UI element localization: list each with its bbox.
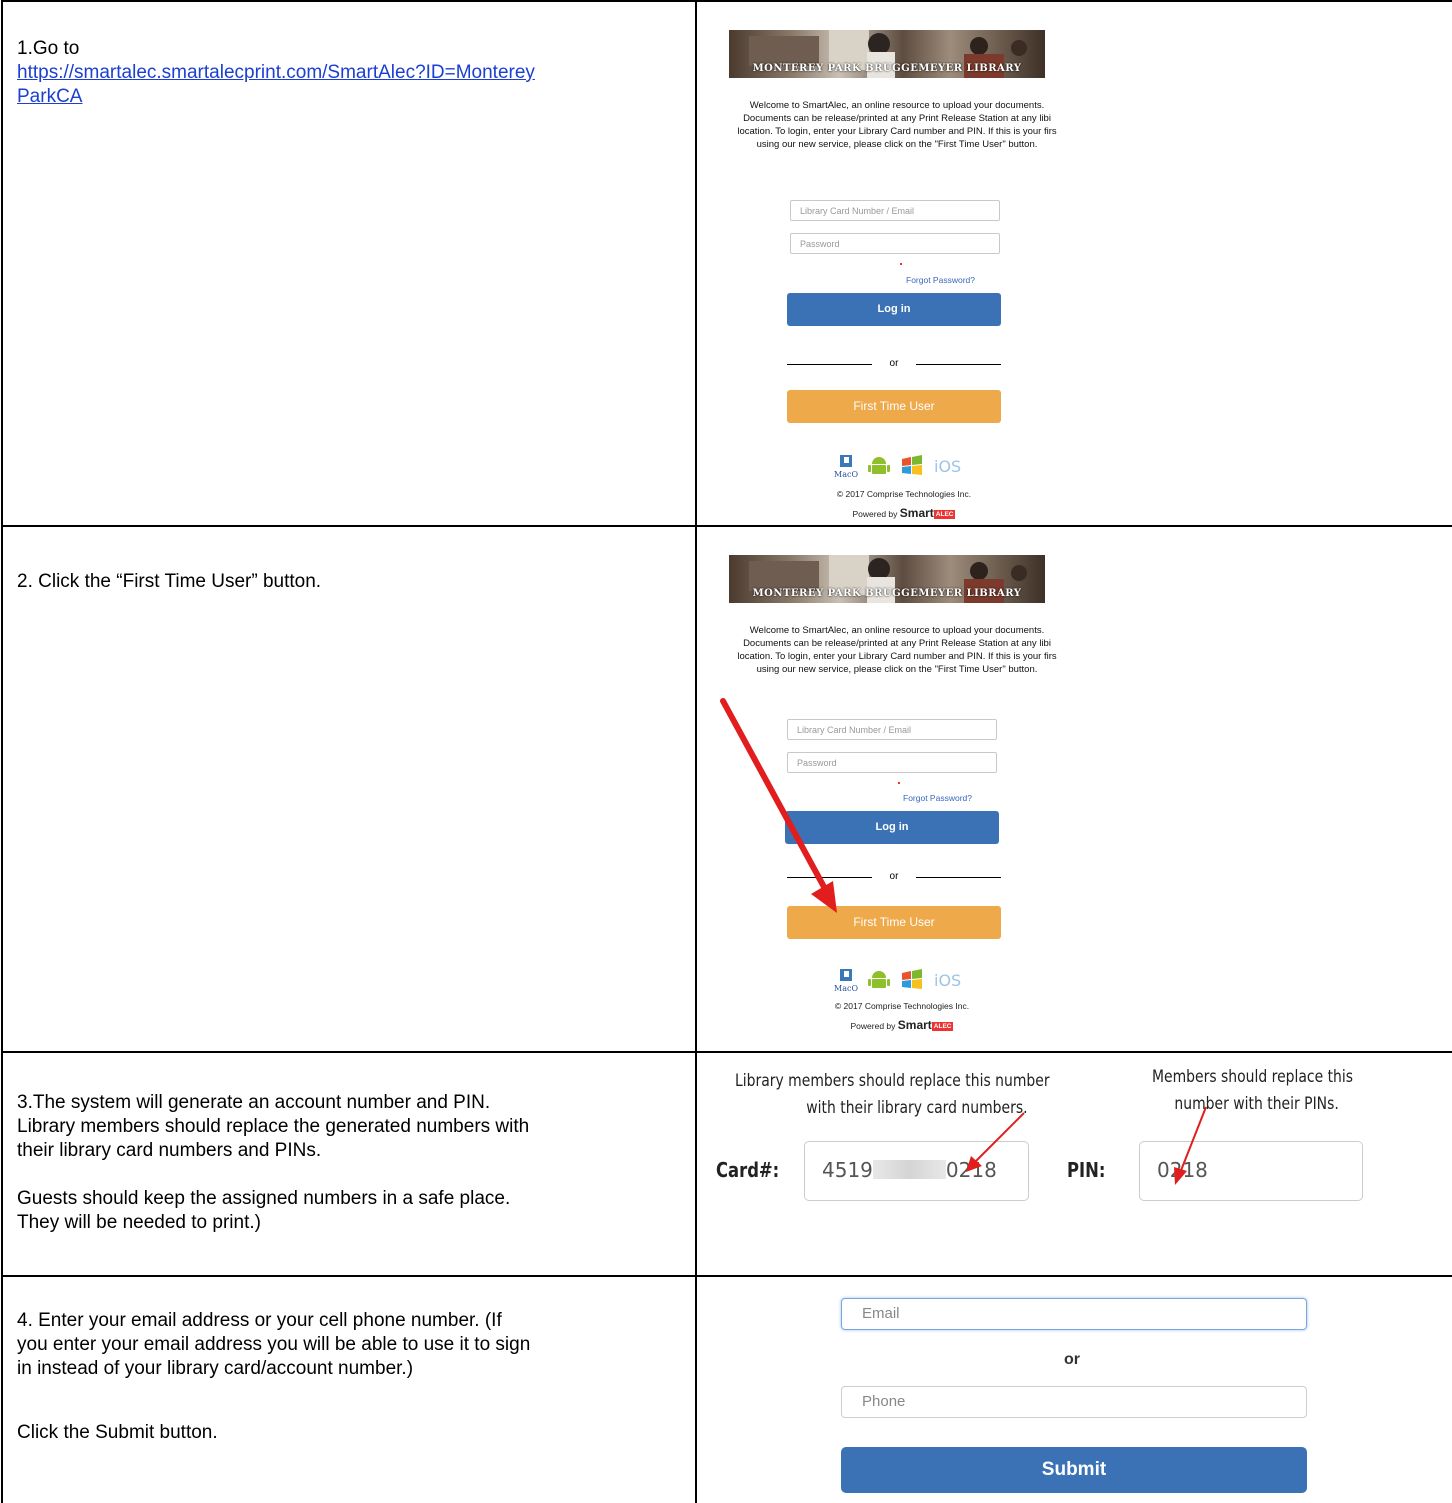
banner-label: MONTEREY PARK BRUGGEMEYER LIBRARY xyxy=(752,588,1022,599)
table-border-left xyxy=(1,0,3,1503)
required-mark xyxy=(898,782,900,784)
smartalec-badge: ALEC xyxy=(931,1022,954,1031)
os-icons: MacOS iOS xyxy=(834,969,964,993)
banner-label: MONTEREY PARK BRUGGEMEYER LIBRARY xyxy=(752,63,1022,74)
powered-by: Powered by Smart ALEC xyxy=(795,1018,1009,1032)
pin-label: PIN: xyxy=(1067,1158,1106,1182)
red-arrow-first-time-user xyxy=(720,698,837,913)
svg-text:MacOS: MacOS xyxy=(834,470,858,479)
step-4-text: 4. Enter your email address or your cell… xyxy=(17,1309,687,1445)
powered-brand: Smart xyxy=(897,1018,932,1032)
step-1-prefix: 1.Go to xyxy=(17,38,80,59)
copyright: © 2017 Comprise Technologies Inc. xyxy=(834,1001,970,1011)
welcome-text: Welcome to SmartAlec, an online resource… xyxy=(717,624,1077,676)
or-label: or xyxy=(1064,1351,1080,1368)
step-3-line: Library members should replace the gener… xyxy=(17,1116,530,1137)
svg-text:MacOS: MacOS xyxy=(834,984,858,993)
login-screenshot-1: MONTEREY PARK BRUGGEMEYER LIBRARY Welcom… xyxy=(717,30,1077,522)
smartalec-link-line1: https://smartalec.smartalecprint.com/Sma… xyxy=(17,62,535,83)
table-border-top xyxy=(1,0,1452,2)
welcome-text: Welcome to SmartAlec, an online resource… xyxy=(717,99,1077,151)
row-divider-2 xyxy=(1,1051,1452,1053)
divider-line xyxy=(787,364,872,365)
table-column-divider xyxy=(695,0,697,1503)
login-button[interactable]: Log in xyxy=(787,293,1001,326)
welcome-line: using our new service, please click on t… xyxy=(756,139,1038,150)
svg-text:iOS: iOS xyxy=(934,457,961,476)
divider-line xyxy=(916,877,1001,878)
forgot-password-link[interactable]: Forgot Password? xyxy=(903,793,972,803)
windows-icon xyxy=(902,455,922,475)
step-4-line: 4. Enter your email address or your cell… xyxy=(17,1310,502,1331)
android-icon xyxy=(868,457,890,474)
smartalec-badge: ALEC xyxy=(933,510,956,519)
step-3-line: Guests should keep the assigned numbers … xyxy=(17,1188,511,1209)
ios-icon: iOS xyxy=(934,457,961,476)
card-hint-line: Library members should replace this numb… xyxy=(735,1071,1050,1091)
step-3-text: 3.The system will generate an account nu… xyxy=(17,1091,687,1235)
windows-icon xyxy=(902,969,922,989)
password-input[interactable]: Password xyxy=(790,233,1000,254)
first-time-user-button[interactable]: First Time User xyxy=(787,390,1001,423)
powered-prefix: Powered by xyxy=(852,509,898,519)
step-3-line: their library card numbers and PINs. xyxy=(17,1140,322,1161)
macos-icon: MacOS xyxy=(834,455,858,479)
welcome-line: Welcome to SmartAlec, an online resource… xyxy=(749,625,1045,636)
macos-icon: MacOS xyxy=(834,969,858,993)
email-input[interactable]: Email xyxy=(841,1298,1307,1330)
card-number-input[interactable]: Library Card Number / Email xyxy=(790,200,1000,221)
welcome-line: location. To login, enter your Library C… xyxy=(737,126,1057,137)
step-4-line: in instead of your library card/account … xyxy=(17,1358,414,1379)
card-label: Card#: xyxy=(716,1158,780,1182)
welcome-line: Documents can be release/printed at any … xyxy=(743,113,1051,124)
welcome-line: using our new service, please click on t… xyxy=(756,664,1038,675)
step-3-line: 3.The system will generate an account nu… xyxy=(17,1092,491,1113)
powered-by: Powered by Smart ALEC xyxy=(797,506,1011,520)
phone-input[interactable]: Phone xyxy=(841,1386,1307,1418)
step-2-text: 2. Click the “First Time User” button. xyxy=(17,571,322,592)
step-3-line: They will be needed to print.) xyxy=(17,1212,261,1233)
os-icons: MacOS iOS xyxy=(834,455,964,479)
ios-icon: iOS xyxy=(934,971,961,990)
required-mark xyxy=(900,263,902,265)
red-arrow-pin xyxy=(1174,1106,1207,1185)
step-1-text: 1.Go to https://smartalec.smartalecprint… xyxy=(17,37,687,109)
or-label: or xyxy=(889,871,899,882)
submit-button[interactable]: Submit xyxy=(841,1447,1307,1493)
or-divider: or xyxy=(787,357,1001,371)
red-arrow-card xyxy=(966,1112,1025,1172)
step-4-line: you enter your email address you will be… xyxy=(17,1334,531,1355)
copyright: © 2017 Comprise Technologies Inc. xyxy=(836,489,972,499)
smartalec-link[interactable]: https://smartalec.smartalecprint.com/Sma… xyxy=(17,62,535,107)
svg-text:iOS: iOS xyxy=(934,971,961,990)
pin-hint-line: Members should replace this xyxy=(1152,1067,1354,1087)
divider-line xyxy=(916,364,1001,365)
card-number-start: 4519 xyxy=(822,1158,873,1182)
welcome-line: Welcome to SmartAlec, an online resource… xyxy=(749,100,1045,111)
android-icon xyxy=(868,971,890,988)
welcome-line: location. To login, enter your Library C… xyxy=(737,651,1057,662)
welcome-line: Documents can be release/printed at any … xyxy=(743,638,1051,649)
row-divider-1 xyxy=(1,525,1452,527)
library-banner: MONTEREY PARK BRUGGEMEYER LIBRARY xyxy=(729,30,1045,78)
row-divider-3 xyxy=(1,1275,1452,1277)
or-label: or xyxy=(889,358,899,369)
step-4-line: Click the Submit button. xyxy=(17,1422,218,1443)
powered-prefix: Powered by xyxy=(850,1021,896,1031)
powered-brand: Smart xyxy=(899,506,934,520)
smartalec-link-line2: ParkCA xyxy=(17,86,83,107)
forgot-password-link[interactable]: Forgot Password? xyxy=(906,275,975,285)
instructions-table: 1.Go to https://smartalec.smartalecprint… xyxy=(0,0,1452,1503)
library-banner: MONTEREY PARK BRUGGEMEYER LIBRARY xyxy=(729,555,1045,603)
